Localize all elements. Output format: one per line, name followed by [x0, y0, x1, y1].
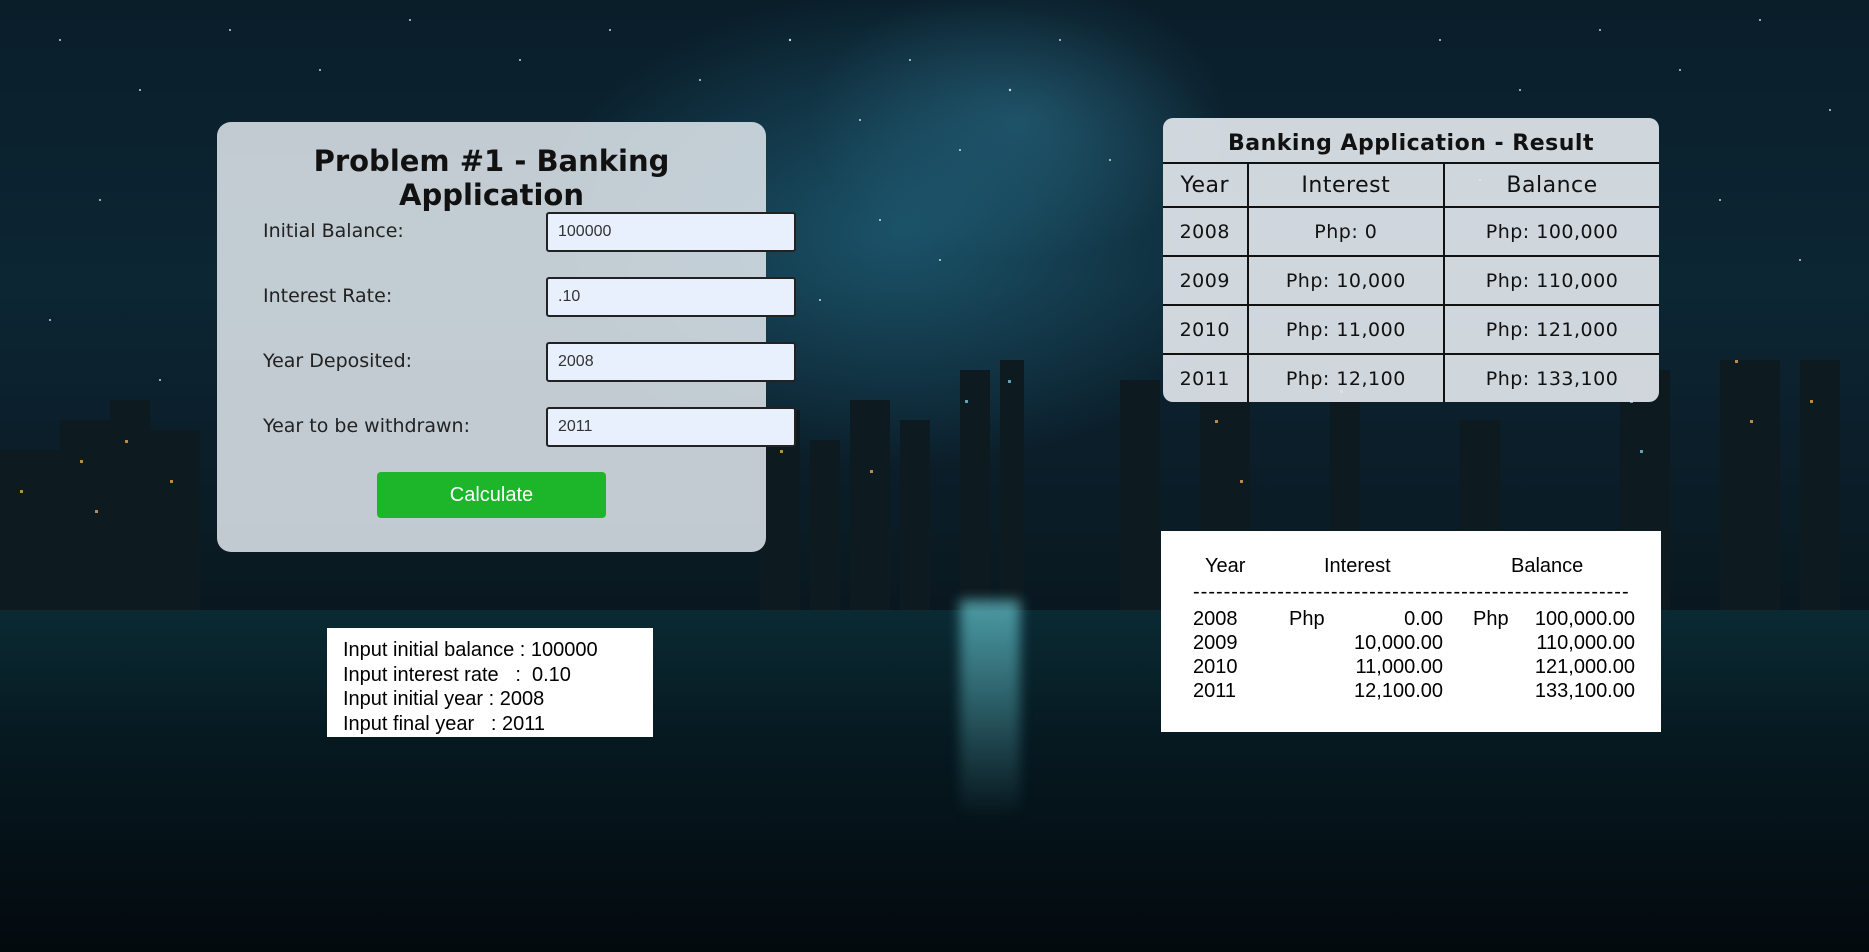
- console-row: 2008 Php 0.00 Php 100,000.00: [1161, 608, 1661, 632]
- console-line: Input interest rate : 0.10: [343, 663, 571, 686]
- cell-balance: Php: 110,000: [1443, 255, 1659, 306]
- console-balance: 100,000.00: [1534, 608, 1635, 630]
- console-output-box: Year Interest Balance ------------------…: [1161, 531, 1661, 732]
- console-year: 2011: [1193, 680, 1237, 702]
- table-row: 2010 Php: 11,000 Php: 121,000: [1163, 304, 1659, 355]
- cell-interest: Php: 12,100: [1246, 353, 1446, 402]
- console-row: 2009 10,000.00 110,000.00: [1161, 632, 1661, 656]
- console-header-interest: Interest: [1324, 555, 1391, 577]
- initial-balance-row: Initial Balance:: [263, 212, 796, 252]
- cell-year: 2008: [1163, 206, 1249, 257]
- result-title: Banking Application - Result: [1228, 131, 1594, 156]
- cell-interest: Php: 10,000: [1246, 255, 1446, 306]
- year-deposited-row: Year Deposited:: [263, 342, 796, 382]
- result-panel: Banking Application - Result Year Intere…: [1163, 118, 1659, 402]
- console-balance: 110,000.00: [1536, 632, 1635, 654]
- form-title: Problem #1 - Banking Application: [313, 144, 670, 212]
- year-withdrawn-input[interactable]: [546, 407, 796, 447]
- console-line: Input initial year : 2008: [343, 688, 545, 710]
- console-interest: 0.00: [1404, 608, 1443, 630]
- console-row: 2010 11,000.00 121,000.00: [1161, 656, 1661, 680]
- interest-rate-input[interactable]: [546, 277, 796, 317]
- console-balance: 133,100.00: [1534, 680, 1635, 702]
- interest-rate-row: Interest Rate:: [263, 277, 796, 317]
- result-table: Year Interest Balance 2008 Php: 0 Php: 1…: [1163, 162, 1659, 402]
- year-deposited-label: Year Deposited:: [263, 350, 413, 372]
- light-reflection: [960, 600, 1020, 820]
- console-line: Input initial balance : 100000: [343, 639, 598, 661]
- console-interest: 10,000.00: [1354, 632, 1443, 654]
- cell-balance: Php: 121,000: [1443, 304, 1659, 355]
- result-header-row: Year Interest Balance: [1163, 162, 1659, 208]
- header-interest: Interest: [1246, 162, 1446, 208]
- console-balance-prefix: Php: [1473, 608, 1509, 630]
- console-balance: 121,000.00: [1534, 656, 1635, 678]
- console-row: 2011 12,100.00 133,100.00: [1161, 680, 1661, 704]
- cell-year: 2010: [1163, 304, 1249, 355]
- initial-balance-label: Initial Balance:: [263, 220, 404, 242]
- cell-balance: Php: 133,100: [1443, 353, 1659, 402]
- console-interest: 11,000.00: [1355, 656, 1444, 678]
- cell-year: 2009: [1163, 255, 1249, 306]
- header-balance: Balance: [1443, 162, 1659, 208]
- year-deposited-input[interactable]: [546, 342, 796, 382]
- console-interest-prefix: Php: [1289, 608, 1325, 630]
- cell-interest: Php: 0: [1246, 206, 1446, 257]
- console-year: 2009: [1193, 632, 1238, 654]
- calculate-button[interactable]: Calculate: [377, 472, 606, 518]
- interest-rate-label: Interest Rate:: [263, 285, 393, 307]
- year-withdrawn-row: Year to be withdrawn:: [263, 407, 796, 447]
- console-interest: 12,100.00: [1354, 680, 1443, 702]
- cell-interest: Php: 11,000: [1246, 304, 1446, 355]
- table-row: 2008 Php: 0 Php: 100,000: [1163, 206, 1659, 257]
- table-row: 2009 Php: 10,000 Php: 110,000: [1163, 255, 1659, 306]
- cell-year: 2011: [1163, 353, 1249, 402]
- console-year: 2010: [1193, 656, 1238, 678]
- console-line: Input final year : 2011: [343, 712, 545, 735]
- cell-balance: Php: 100,000: [1443, 206, 1659, 257]
- console-header-year: Year: [1205, 555, 1246, 577]
- banking-form-panel: Problem #1 - Banking Application Initial…: [217, 122, 796, 552]
- year-withdrawn-label: Year to be withdrawn:: [263, 415, 470, 437]
- header-year: Year: [1163, 162, 1249, 208]
- table-row: 2011 Php: 12,100 Php: 133,100: [1163, 353, 1659, 402]
- initial-balance-input[interactable]: [546, 212, 796, 252]
- console-input-box: Input initial balance : 100000 Input int…: [327, 628, 653, 737]
- console-separator: ----------------------------------------…: [1193, 581, 1629, 603]
- console-year: 2008: [1193, 608, 1238, 630]
- console-header-balance: Balance: [1511, 555, 1584, 577]
